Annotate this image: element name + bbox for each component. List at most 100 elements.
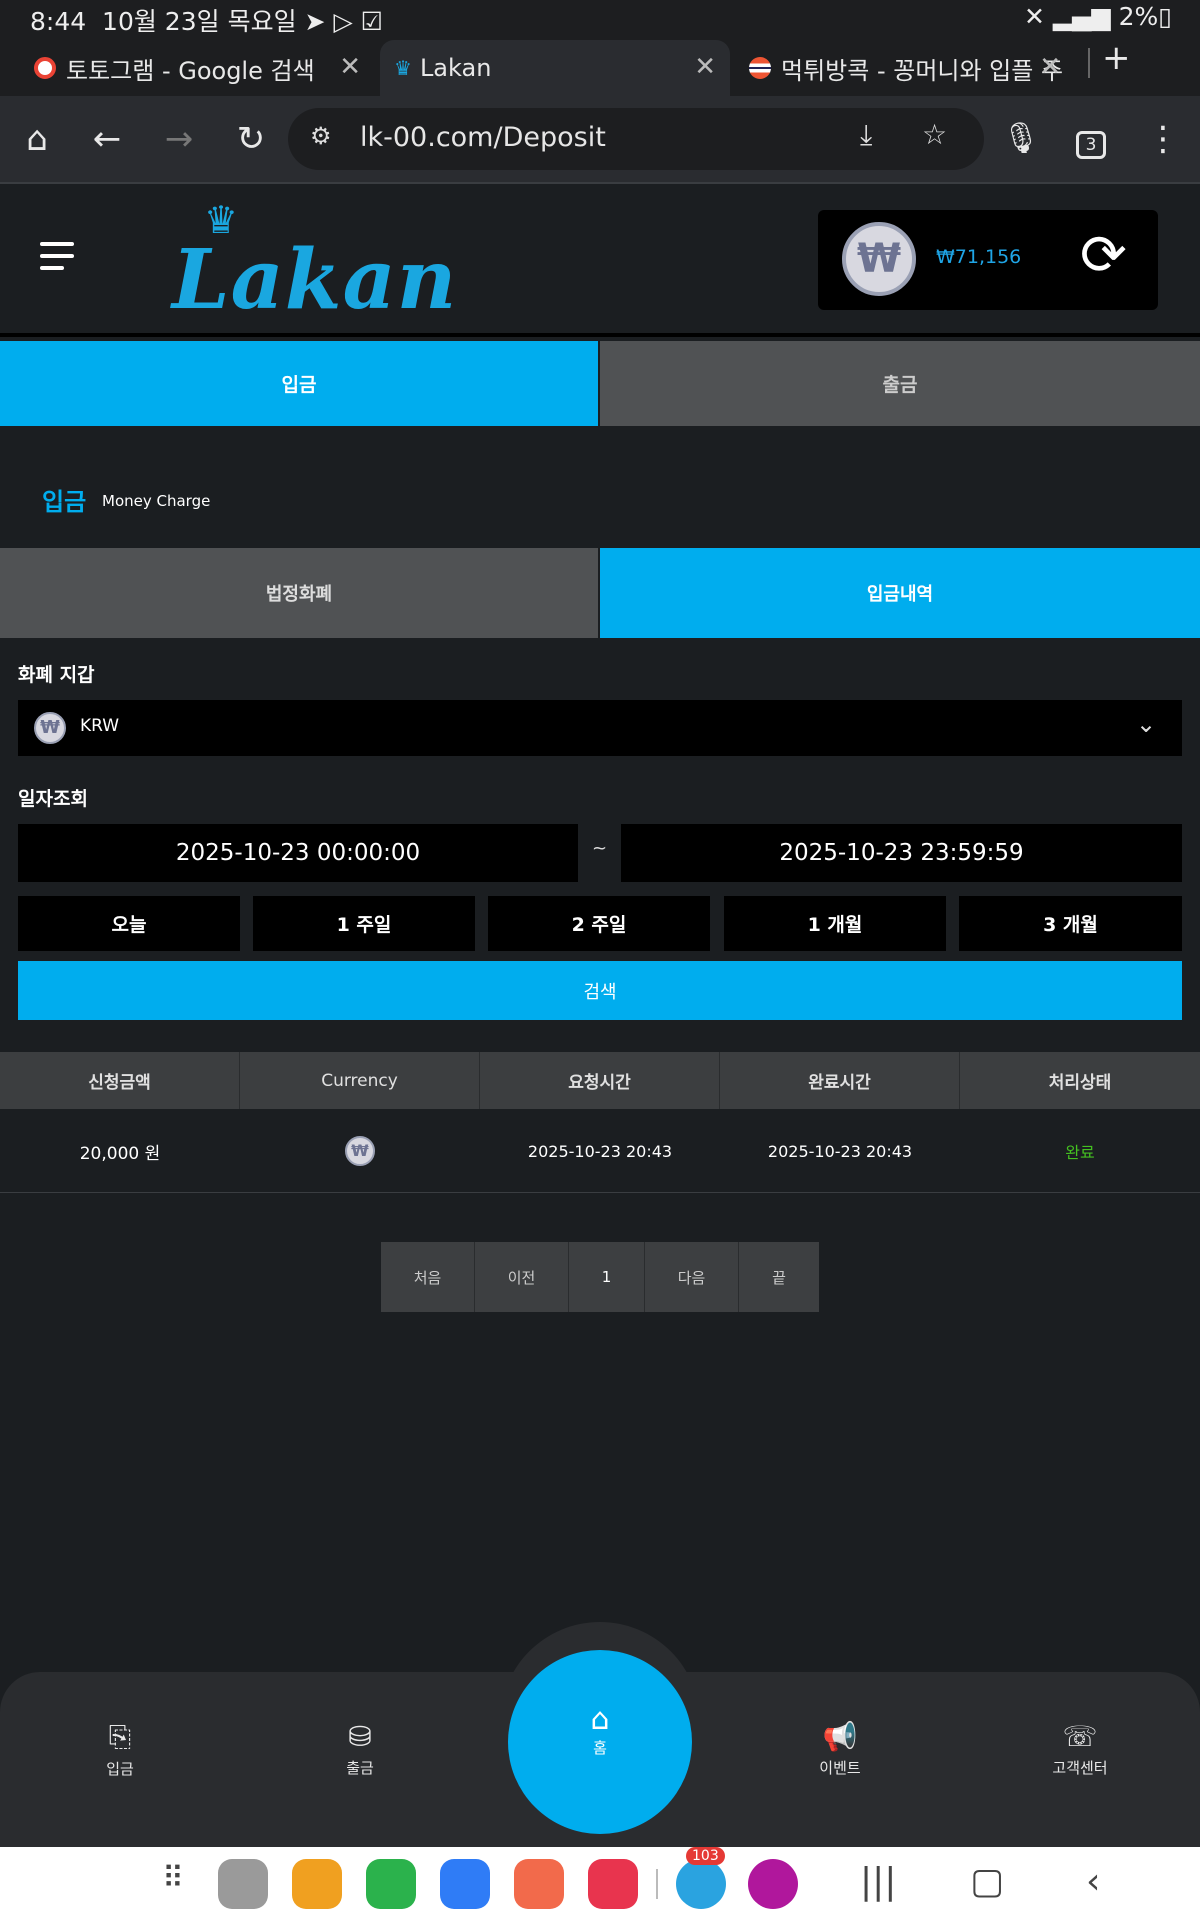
close-tab-icon[interactable]: ✕ [339,52,361,82]
bottom-nav-deposit[interactable]: ⎘ 입금 [60,1720,180,1779]
android-nav-bar: ⠿ 103 ||| ▢ ‹ [0,1847,1200,1920]
bottom-nav-support[interactable]: ☏ 고객센터 [1020,1720,1140,1778]
cell-amount: 20,000 원 [79,1143,161,1164]
browser-tab-lakan[interactable]: ♛ Lakan ✕ [380,40,730,96]
google-icon [34,57,56,79]
page-prev-button[interactable]: 이전 [475,1242,569,1312]
app-icon-files[interactable] [292,1859,342,1909]
url-text: lk-00.com/Deposit [360,122,606,153]
home-icon: ⌂ [590,1702,610,1737]
status-bar: 8:44 10월 23일 목요일 ➤ ▷ ☑ ✕ ▂▄▆ 2%▯ [0,0,1200,36]
cell-status: 완료 [1065,1143,1095,1162]
recent-apps-icon[interactable]: ||| [860,1861,896,1902]
battery-level: 2% [1118,2,1159,31]
close-tab-icon[interactable]: ✕ [694,52,716,82]
bookmark-star-icon[interactable]: ☆ [922,118,947,151]
refresh-balance-icon[interactable]: ⟳ [1080,224,1127,288]
notification-badge: 103 [686,1847,725,1865]
app-icon-camera[interactable] [588,1859,638,1909]
wallet-select[interactable]: ₩ KRW ⌄ [18,700,1182,756]
page-first-button[interactable]: 처음 [381,1242,475,1312]
url-bar[interactable]: ⚙ lk-00.com/Deposit ⤓ ☆ [288,108,984,170]
page-next-button[interactable]: 다음 [645,1242,739,1312]
date-query-label: 일자조회 [18,788,88,810]
reload-icon[interactable]: ↻ [228,116,274,162]
tab-count: 3 [1076,131,1106,159]
megaphone-icon: 📢 [822,1720,858,1753]
app-icon-telegram[interactable] [676,1859,726,1909]
browser-tab-strip: 토토그램 - Google 검색 ✕ ♛ Lakan ✕ 먹튀방콕 - 꽁머니와… [0,34,1200,96]
battery-icon: ▯ [1158,2,1172,31]
browser-tab-title: 먹튀방콕 - 꽁머니와 입플 주 [781,56,1064,85]
page-1-button[interactable]: 1 [569,1242,645,1312]
bottom-nav-withdraw[interactable]: ⛁ 출금 [300,1720,420,1778]
bottom-nav-label: 홈 [593,1739,607,1757]
start-date-input[interactable]: 2025-10-23 00:00:00 [18,824,578,882]
mute-icon: ✕ [1024,2,1045,31]
period-1week-button[interactable]: 1 주일 [253,896,475,951]
back-icon[interactable]: ← [84,116,130,162]
microphone-icon[interactable]: 🎙 [998,116,1044,162]
browser-tab-muktwi[interactable]: 먹튀방콕 - 꽁머니와 입플 주 ✕ [735,40,1075,96]
new-tab-icon[interactable]: + [1102,38,1131,78]
app-drawer-icon[interactable]: ⠿ [162,1861,184,1896]
column-header-status: 처리상태 [960,1052,1200,1109]
date-separator: ~ [592,838,608,859]
install-app-icon[interactable]: ⤓ [860,118,872,152]
table-row: 20,000 원 ₩ 2025-10-23 20:43 2025-10-23 2… [0,1110,1200,1193]
cell-completed: 2025-10-23 20:43 [767,1141,913,1161]
balance-amount: ₩71,156 [936,246,1022,268]
period-today-button[interactable]: 오늘 [18,896,240,951]
back-key-icon[interactable]: ‹ [1086,1861,1100,1902]
close-tab-icon[interactable]: ✕ [1039,52,1061,82]
hamburger-menu-icon[interactable] [40,242,74,270]
bottom-nav-label: 고객센터 [1052,1759,1108,1777]
app-icon-messages[interactable] [440,1859,490,1909]
section-title: 입금 [42,488,87,516]
app-icon-contacts[interactable] [514,1859,564,1909]
site-logo[interactable]: Lakan [172,232,457,328]
browser-tab-google[interactable]: 토토그램 - Google 검색 ✕ [20,40,375,96]
telegram-icon: ➤ [304,7,326,36]
tab-divider [1088,48,1090,78]
play-icon: ▷ [333,7,353,36]
end-date-input[interactable]: 2025-10-23 23:59:59 [621,824,1182,882]
won-coin-icon: ₩ [34,712,66,744]
column-header-currency: Currency [240,1052,480,1109]
forward-icon[interactable]: → [156,116,202,162]
more-menu-icon[interactable]: ⋮ [1140,116,1186,162]
cell-requested: 2025-10-23 20:43 [527,1141,673,1161]
tab-deposit[interactable]: 입금 [0,341,598,426]
browser-tab-title: Lakan [419,54,492,82]
app-icon-phone[interactable] [366,1859,416,1909]
bottom-nav-event[interactable]: 📢 이벤트 [780,1720,900,1778]
won-coin-icon: ₩ [345,1136,375,1166]
signal-icon: ▂▄▆ [1052,2,1111,31]
won-coin-icon: ₩ [842,222,916,296]
period-2week-button[interactable]: 2 주일 [488,896,710,951]
home-icon[interactable]: ⌂ [14,116,60,162]
deposit-icon: ⎘ [108,1720,132,1753]
period-3month-button[interactable]: 3 개월 [959,896,1182,951]
tab-withdraw[interactable]: 출금 [600,341,1200,426]
bottom-nav-label: 출금 [346,1759,374,1777]
site-settings-icon[interactable]: ⚙ [310,122,332,150]
app-icon-uplus[interactable] [748,1859,798,1909]
tab-fiat[interactable]: 법정화폐 [0,548,598,638]
browser-tab-title: 토토그램 - Google 검색 [66,56,315,85]
period-1month-button[interactable]: 1 개월 [724,896,946,951]
app-icon-browser[interactable] [218,1859,268,1909]
tab-deposit-history[interactable]: 입금내역 [600,548,1200,638]
wallet-select-label: 화폐 지갑 [18,664,95,686]
withdraw-icon: ⛁ [348,1720,372,1753]
chevron-down-icon: ⌄ [1136,710,1157,738]
bottom-nav-label: 이벤트 [819,1759,861,1777]
tab-switcher-button[interactable]: 3 [1068,116,1114,162]
status-date: 10월 23일 목요일 [102,7,297,36]
support-24-icon: ☏ [1062,1720,1098,1753]
home-key-icon[interactable]: ▢ [970,1861,1004,1902]
search-button[interactable]: 검색 [18,961,1182,1020]
bottom-nav-label: 입금 [106,1760,134,1778]
bottom-nav-home[interactable]: ⌂ 홈 [508,1650,692,1834]
page-last-button[interactable]: 끝 [739,1242,819,1312]
